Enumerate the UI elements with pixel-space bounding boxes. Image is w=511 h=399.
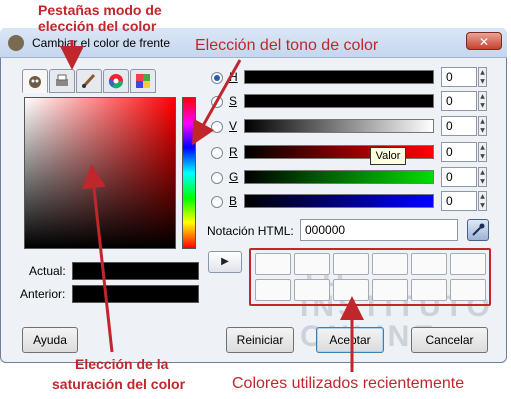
- annotation-hue: Elección del tono de color: [195, 37, 379, 54]
- annotation-recent: Colores utilizados recientemente: [232, 375, 465, 392]
- annotation-arrows: [60, 40, 364, 372]
- arrow-saturation: [82, 164, 114, 353]
- annotation-saturation-line1: Elección de la: [75, 356, 169, 372]
- annotation-saturation-line2: saturación del color: [52, 376, 186, 392]
- annotation-tabs: Pestañas modo de elección del color: [38, 2, 162, 34]
- arrow-hue: [192, 59, 242, 146]
